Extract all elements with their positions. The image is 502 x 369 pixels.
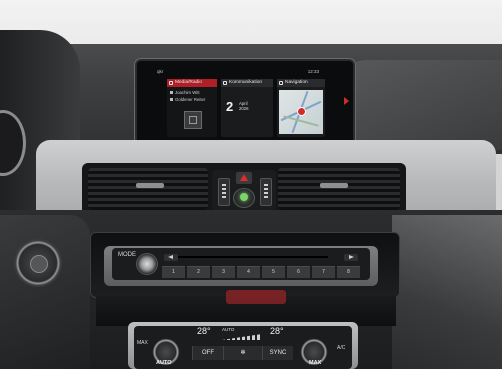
tile-media-radio[interactable]: Media/Radio Joachim Witt Goldener Reiter: [167, 79, 217, 137]
media-list-item[interactable]: Goldener Reiter: [170, 97, 205, 103]
vent-toggle-right[interactable]: [260, 178, 272, 206]
preset-key[interactable]: 1: [162, 266, 185, 278]
dashboard-left-lower: [0, 215, 90, 369]
vent-adjust-tab-left[interactable]: [136, 183, 164, 188]
album-cover: [184, 111, 202, 129]
infotainment-screen[interactable]: qkr 12:33 Media/Radio Joachim Witt Golde…: [135, 59, 355, 147]
mode-button[interactable]: MODE: [118, 252, 136, 258]
calendar-month-year: April 2026: [239, 101, 249, 111]
status-left-text: qkr: [157, 69, 164, 74]
map-road: [283, 115, 319, 127]
navigation-map[interactable]: [279, 90, 323, 134]
tile-media-header: Media/Radio: [167, 79, 217, 87]
screen-status-bar: qkr 12:33: [157, 69, 337, 76]
map-icon: [279, 81, 283, 85]
cd-slot: [178, 256, 328, 258]
status-time: 12:33: [307, 69, 319, 74]
air-vent-right[interactable]: [278, 168, 400, 210]
sync-button[interactable]: SYNC: [262, 346, 293, 360]
power-icon: [30, 255, 48, 273]
tile-communication[interactable]: Kommunikation 2 April 2026: [221, 79, 273, 137]
tile-navigation-title: Navigation: [285, 80, 308, 85]
climate-off-button[interactable]: OFF: [192, 346, 223, 360]
media-list-item[interactable]: Joachim Witt: [170, 90, 200, 96]
vent-adjust-tab-right[interactable]: [320, 183, 348, 188]
music-note-icon: [169, 81, 173, 85]
location-pin-icon: [297, 107, 306, 116]
auto-knob-label: AUTO: [156, 360, 172, 366]
temp-left: 28°: [197, 326, 211, 336]
preset-key[interactable]: 8: [337, 266, 360, 278]
music-note-icon: [170, 91, 173, 95]
skip-forward-button[interactable]: [344, 254, 358, 261]
dashboard-right-lower: [392, 215, 502, 369]
vent-toggle-left[interactable]: [218, 178, 230, 206]
screen-reflection: [226, 290, 286, 304]
dashboard-right-panel: [337, 60, 502, 150]
central-lock-button[interactable]: [233, 188, 255, 208]
tile-navigation[interactable]: Navigation: [277, 79, 325, 137]
preset-key[interactable]: 6: [287, 266, 310, 278]
max-knob-label: MAX: [309, 360, 322, 366]
temp-right: 28°: [270, 326, 284, 336]
phone-icon: [223, 81, 227, 85]
hazard-warning-button[interactable]: [236, 172, 252, 184]
ac-button[interactable]: A/C: [337, 345, 345, 351]
skip-back-button[interactable]: [164, 254, 178, 261]
tile-navigation-header: Navigation: [277, 79, 325, 87]
car-dashboard-photo: qkr 12:33 Media/Radio Joachim Witt Golde…: [0, 0, 502, 369]
chevron-right-icon[interactable]: [344, 97, 349, 105]
preset-key[interactable]: 3: [212, 266, 235, 278]
preset-key[interactable]: 2: [187, 266, 210, 278]
calendar-day: 2: [226, 99, 234, 114]
preset-key[interactable]: 5: [262, 266, 285, 278]
preset-key[interactable]: 4: [237, 266, 260, 278]
air-vent-left[interactable]: [88, 168, 208, 210]
tile-communication-header: Kommunikation: [221, 79, 273, 87]
music-note-icon: [170, 98, 173, 102]
fan-icon[interactable]: ✻: [223, 346, 262, 360]
tile-communication-title: Kommunikation: [229, 80, 263, 85]
tile-media-title: Media/Radio: [175, 80, 202, 85]
max-label[interactable]: MAX: [137, 340, 148, 346]
preset-keys: 1 2 3 4 5 6 7 8: [162, 266, 362, 278]
preset-key[interactable]: 7: [312, 266, 335, 278]
auto-mode-label: AUTO: [222, 327, 235, 332]
volume-knob[interactable]: [136, 253, 158, 275]
